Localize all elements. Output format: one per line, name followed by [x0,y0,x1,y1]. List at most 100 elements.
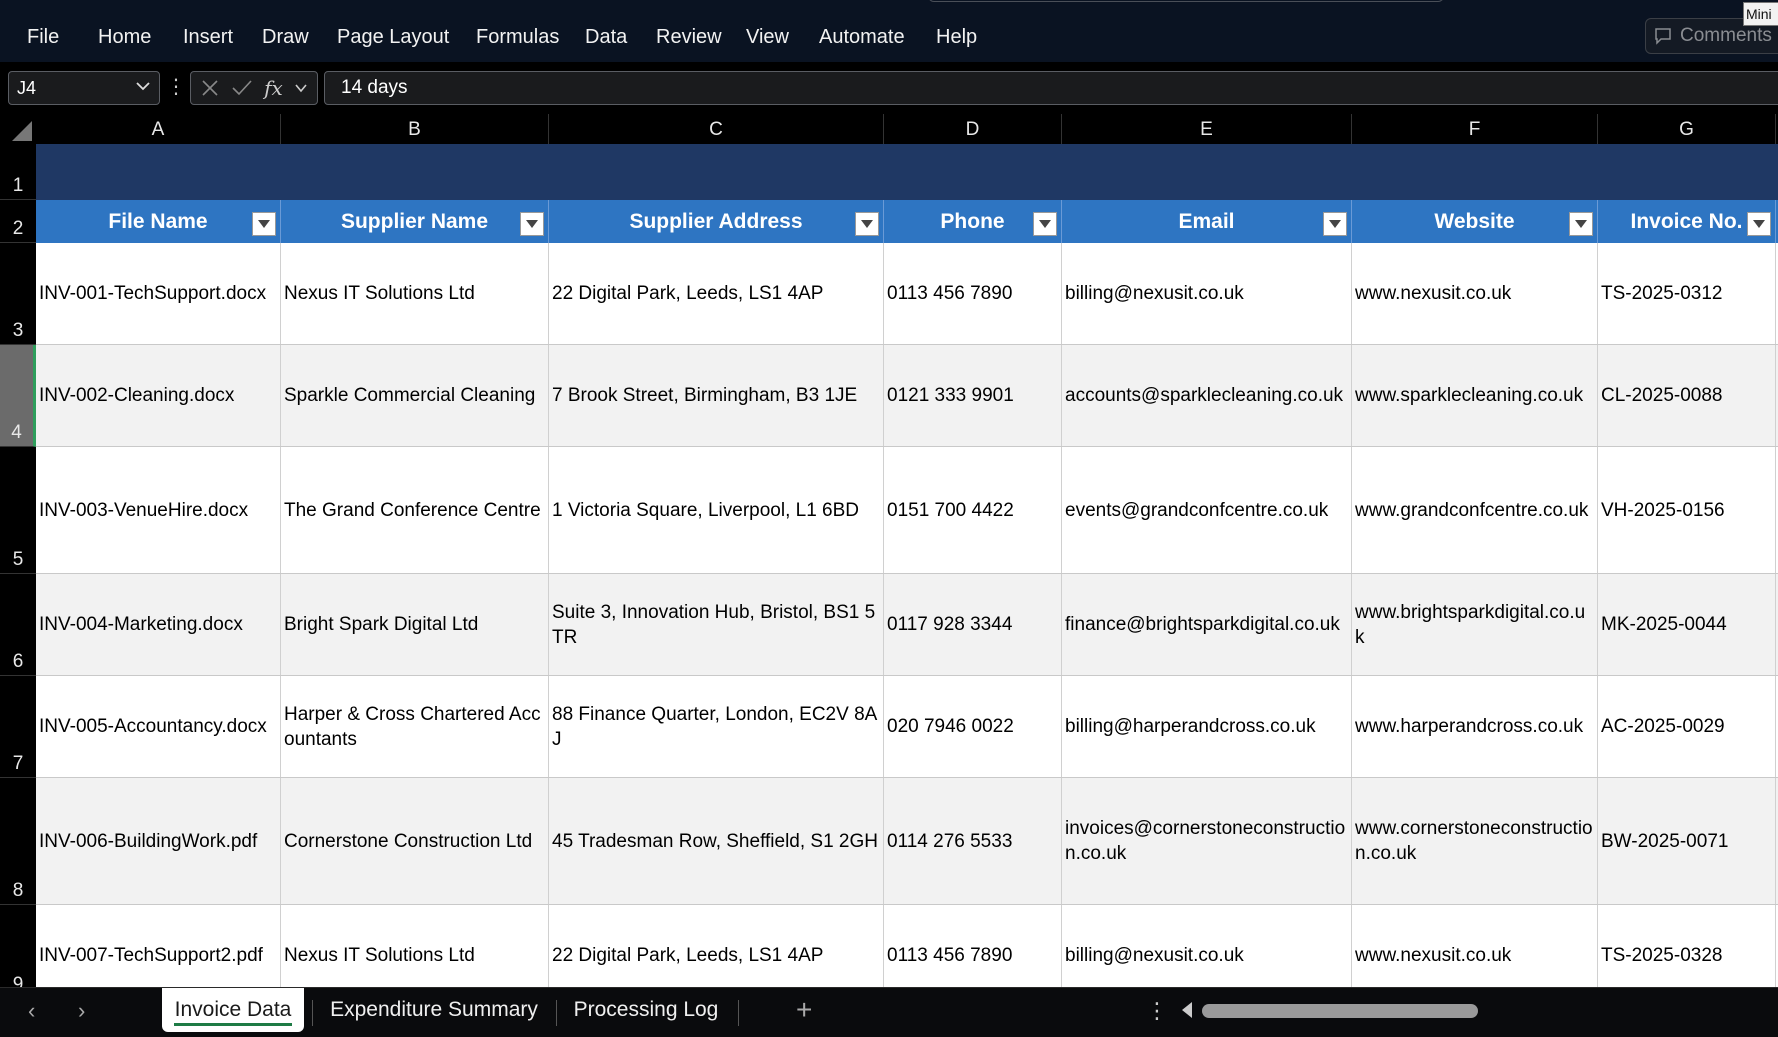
cell-phone[interactable]: 0121 333 9901 [884,345,1062,446]
header-file-name[interactable]: File Name [36,200,281,243]
cell-email[interactable]: finance@brightsparkdigital.co.uk [1062,574,1352,675]
cell-website[interactable]: www.harperandcross.co.uk [1352,676,1598,777]
menu-formulas[interactable]: Formulas [476,26,559,49]
cell-file-name[interactable]: INV-004-Marketing.docx [36,574,281,675]
cell-invoice-no[interactable]: MK-2025-0044 [1598,574,1776,675]
cell-website[interactable]: www.grandconfcentre.co.uk [1352,447,1598,573]
cell-email[interactable]: events@grandconfcentre.co.uk [1062,447,1352,573]
column-header-f[interactable]: F [1352,114,1598,144]
cell-invoice-no[interactable]: CL-2025-0088 [1598,345,1776,446]
column-header-g[interactable]: G [1598,114,1776,144]
column-header-b[interactable]: B [281,114,549,144]
menu-home[interactable]: Home [98,26,151,49]
cell-invoice-no[interactable]: AC-2025-0029 [1598,676,1776,777]
header-email[interactable]: Email [1062,200,1352,243]
cell-supplier-name[interactable]: Nexus IT Solutions Ltd [281,905,549,987]
header-phone[interactable]: Phone [884,200,1062,243]
x-icon[interactable] [200,78,220,98]
row-header-8[interactable]: 8 [0,778,36,905]
filter-dropdown-icon[interactable] [855,212,879,236]
row-header-1[interactable]: 1 [0,144,36,200]
name-box[interactable]: J4 [8,71,160,105]
cell-phone[interactable]: 0113 456 7890 [884,905,1062,987]
insert-function-icon[interactable]: fx [264,76,283,100]
scroll-left-arrow-icon[interactable] [1182,1002,1192,1018]
column-header-e[interactable]: E [1062,114,1352,144]
filter-dropdown-icon[interactable] [1569,212,1593,236]
cell-supplier-name[interactable]: Nexus IT Solutions Ltd [281,243,549,344]
row-header-5[interactable]: 5 [0,447,36,574]
cell-invoice-no[interactable]: TS-2025-0312 [1598,243,1776,344]
cell-email[interactable]: accounts@sparklecleaning.co.uk [1062,345,1352,446]
cell-email[interactable]: billing@nexusit.co.uk [1062,905,1352,987]
cell-supplier-address[interactable]: 22 Digital Park, Leeds, LS1 4AP [549,243,884,344]
chevron-right-icon[interactable]: › [78,998,85,1024]
cell-supplier-name[interactable]: Cornerstone Construction Ltd [281,778,549,904]
row-header-3[interactable]: 3 [0,243,36,345]
header-supplier-name[interactable]: Supplier Name [281,200,549,243]
menu-draw[interactable]: Draw [262,26,309,49]
cell-file-name[interactable]: INV-006-BuildingWork.pdf [36,778,281,904]
filter-dropdown-icon[interactable] [252,212,276,236]
cell-file-name[interactable]: INV-005-Accountancy.docx [36,676,281,777]
menu-page-layout[interactable]: Page Layout [337,26,449,49]
filter-dropdown-icon[interactable] [1323,212,1347,236]
header-supplier-address[interactable]: Supplier Address [549,200,884,243]
more-options-icon[interactable]: ⋮ [1146,998,1168,1024]
cell-email[interactable]: invoices@cornerstoneconstruction.co.uk [1062,778,1352,904]
cell-supplier-address[interactable]: 7 Brook Street, Birmingham, B3 1JE [549,345,884,446]
search-box-edge[interactable] [928,0,1444,2]
cell-invoice-no[interactable]: BW-2025-0071 [1598,778,1776,904]
plus-icon[interactable]: + [796,994,812,1026]
menu-review[interactable]: Review [656,26,722,49]
row-header-2[interactable]: 2 [0,200,36,243]
more-options-icon[interactable]: ⋮ [166,74,186,99]
filter-dropdown-icon[interactable] [520,212,544,236]
filter-dropdown-icon[interactable] [1747,212,1771,236]
cell-email[interactable]: billing@harperandcross.co.uk [1062,676,1352,777]
cell-supplier-address[interactable]: 88 Finance Quarter, London, EC2V 8AJ [549,676,884,777]
cell-phone[interactable]: 0151 700 4422 [884,447,1062,573]
cell-file-name[interactable]: INV-001-TechSupport.docx [36,243,281,344]
cell-email[interactable]: billing@nexusit.co.uk [1062,243,1352,344]
column-header-a[interactable]: A [36,114,281,144]
menu-help[interactable]: Help [936,26,977,49]
menu-data[interactable]: Data [585,26,627,49]
cell-file-name[interactable]: INV-007-TechSupport2.pdf [36,905,281,987]
cell-file-name[interactable]: INV-003-VenueHire.docx [36,447,281,573]
header-invoice-no[interactable]: Invoice No. [1598,200,1776,243]
cell-supplier-address[interactable]: 22 Digital Park, Leeds, LS1 4AP [549,905,884,987]
cell-invoice-no[interactable]: VH-2025-0156 [1598,447,1776,573]
menu-insert[interactable]: Insert [183,26,233,49]
title-band-row[interactable] [36,144,1778,200]
cell-supplier-address[interactable]: 45 Tradesman Row, Sheffield, S1 2GH [549,778,884,904]
tab-expenditure-summary[interactable]: Expenditure Summary [318,988,550,1032]
chevron-down-icon[interactable] [294,81,308,95]
column-header-c[interactable]: C [549,114,884,144]
row-header-7[interactable]: 7 [0,676,36,778]
select-all-button[interactable] [0,114,36,144]
column-header-d[interactable]: D [884,114,1062,144]
filter-dropdown-icon[interactable] [1033,212,1057,236]
cell-supplier-name[interactable]: The Grand Conference Centre [281,447,549,573]
cell-supplier-name[interactable]: Sparkle Commercial Cleaning [281,345,549,446]
cell-supplier-name[interactable]: Harper & Cross Chartered Accountants [281,676,549,777]
cell-phone[interactable]: 0113 456 7890 [884,243,1062,344]
header-website[interactable]: Website [1352,200,1598,243]
cell-supplier-address[interactable]: 1 Victoria Square, Liverpool, L1 6BD [549,447,884,573]
cell-invoice-no[interactable]: TS-2025-0328 [1598,905,1776,987]
menu-file[interactable]: File [27,26,59,49]
cell-website[interactable]: www.sparklecleaning.co.uk [1352,345,1598,446]
row-header-9[interactable]: 9 [0,905,36,987]
cell-phone[interactable]: 0114 276 5533 [884,778,1062,904]
cell-website[interactable]: www.nexusit.co.uk [1352,243,1598,344]
cell-phone[interactable]: 020 7946 0022 [884,676,1062,777]
cell-website[interactable]: www.cornerstoneconstruction.co.uk [1352,778,1598,904]
chevron-left-icon[interactable]: ‹ [28,998,35,1024]
cell-website[interactable]: www.nexusit.co.uk [1352,905,1598,987]
menu-view[interactable]: View [746,26,789,49]
menu-automate[interactable]: Automate [819,26,905,49]
cell-supplier-name[interactable]: Bright Spark Digital Ltd [281,574,549,675]
formula-input[interactable]: 14 days [324,71,1778,105]
check-icon[interactable] [231,78,253,98]
